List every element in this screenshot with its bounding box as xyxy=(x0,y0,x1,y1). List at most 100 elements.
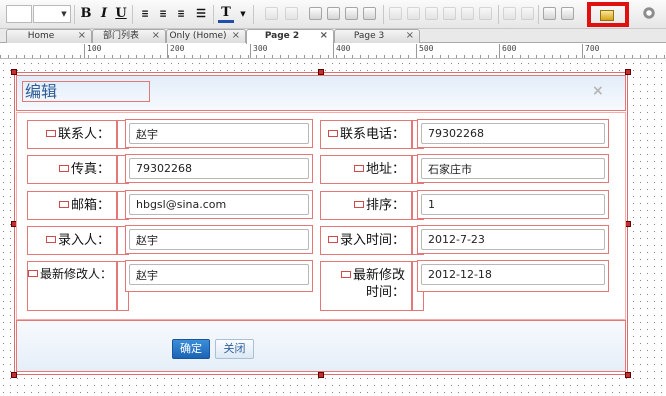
tab-page-2[interactable]: Page 2 × xyxy=(246,29,334,44)
toolbar-separator xyxy=(538,5,539,24)
required-icon xyxy=(45,130,56,137)
underline-button[interactable]: U xyxy=(113,6,129,22)
close-icon[interactable]: × xyxy=(320,30,328,42)
table-icon[interactable] xyxy=(407,7,420,20)
label-text: 邮箱： xyxy=(70,198,110,213)
order-input[interactable] xyxy=(421,194,605,215)
resize-handle[interactable] xyxy=(625,372,631,378)
format-icon[interactable] xyxy=(309,7,322,20)
italic-button[interactable]: I xyxy=(96,6,112,22)
tab-label: 部门列表 xyxy=(102,31,139,41)
ruler-tick xyxy=(167,44,168,58)
chevron-down-icon[interactable]: ▼ xyxy=(59,7,69,21)
confirm-button[interactable]: 确定 xyxy=(172,339,210,359)
required-icon xyxy=(353,165,364,172)
contact-input[interactable] xyxy=(129,123,309,144)
email-input[interactable] xyxy=(129,194,309,215)
toolbar-separator xyxy=(213,5,214,24)
fax-field-box xyxy=(125,154,313,183)
zoom-icon[interactable] xyxy=(503,7,516,20)
label-text: 联系电话： xyxy=(339,127,405,142)
label-text: 传真： xyxy=(70,162,110,177)
tab-only-home[interactable]: Only (Home) × xyxy=(166,29,246,43)
address-field-box xyxy=(417,154,609,183)
modify-time-field-box xyxy=(417,260,609,292)
chevron-down-icon[interactable]: ▼ xyxy=(235,6,251,22)
table-icon[interactable] xyxy=(443,7,456,20)
order-label: 排序： xyxy=(320,191,412,220)
format-icon[interactable] xyxy=(345,7,358,20)
table-icon[interactable] xyxy=(389,7,402,20)
contact-field-box xyxy=(125,119,313,148)
copy-icon[interactable] xyxy=(285,7,298,20)
order-field-box xyxy=(417,190,609,219)
creator-label: 录入人： xyxy=(27,226,117,255)
email-label: 邮箱： xyxy=(27,191,117,220)
resize-handle[interactable] xyxy=(318,372,324,378)
create-time-label: 录入时间： xyxy=(320,226,412,255)
close-icon[interactable]: × xyxy=(406,30,414,42)
tab-home[interactable]: Home × xyxy=(6,29,92,43)
toolbar-separator xyxy=(132,5,133,24)
close-icon[interactable]: × xyxy=(152,30,160,42)
label-text: 录入人： xyxy=(57,233,110,248)
required-icon xyxy=(28,270,38,277)
close-icon[interactable]: × xyxy=(78,30,86,42)
modifier-field-box xyxy=(125,260,313,292)
align-right-icon[interactable]: ≡ xyxy=(173,6,189,22)
ruler-label: 700 xyxy=(585,44,600,53)
cut-icon[interactable] xyxy=(265,7,278,20)
dialog-footer xyxy=(16,320,626,372)
ruler-label: 100 xyxy=(87,44,102,53)
align-left-icon[interactable]: ≡ xyxy=(137,6,153,22)
resize-handle[interactable] xyxy=(11,372,17,378)
address-label: 地址： xyxy=(320,155,412,184)
gear-icon[interactable] xyxy=(642,6,656,20)
tab-label: Only (Home) xyxy=(169,31,227,41)
table-icon[interactable] xyxy=(479,7,492,20)
required-icon xyxy=(340,271,351,278)
tab-label: Home xyxy=(27,31,55,41)
ruler-tick xyxy=(333,44,334,58)
highlighted-toolbar-button[interactable] xyxy=(587,2,629,27)
table-icon[interactable] xyxy=(425,7,438,20)
close-icon[interactable]: × xyxy=(592,83,604,99)
bold-button[interactable]: B xyxy=(78,6,94,22)
create-time-input[interactable] xyxy=(421,229,605,250)
address-input[interactable] xyxy=(421,158,605,179)
creator-input[interactable] xyxy=(129,229,309,250)
contact-label: 联系人： xyxy=(27,120,117,149)
label-text: 时间： xyxy=(365,285,405,300)
label-text: 最新修改人： xyxy=(40,267,113,281)
list-icon[interactable]: ☰ xyxy=(193,6,209,22)
modify-time-input[interactable] xyxy=(421,264,605,285)
font-size-combo[interactable]: ▼ xyxy=(33,5,71,23)
modifier-input[interactable] xyxy=(129,264,309,285)
email-field-box xyxy=(125,190,313,219)
ruler-tick xyxy=(499,44,500,58)
dialog-title: 编辑 xyxy=(22,81,150,102)
folder-icon xyxy=(600,10,614,21)
tab-label: Page 2 xyxy=(264,31,300,41)
font-name-combo[interactable] xyxy=(6,5,32,23)
phone-input[interactable] xyxy=(421,123,605,144)
table-icon[interactable] xyxy=(461,7,474,20)
settings-icon[interactable] xyxy=(543,7,556,20)
tab-page-3[interactable]: Page 3 × xyxy=(334,29,420,43)
close-icon[interactable]: × xyxy=(232,30,240,42)
close-button[interactable]: 关闭 xyxy=(215,339,254,359)
fax-input[interactable] xyxy=(129,158,309,179)
create-time-field-box xyxy=(417,225,609,254)
format-icon[interactable] xyxy=(327,7,340,20)
ruler-tick xyxy=(582,44,583,58)
settings-icon[interactable] xyxy=(561,7,574,20)
ruler-tick xyxy=(84,44,85,58)
ruler-label: 500 xyxy=(419,44,434,53)
ruler-label: 200 xyxy=(170,44,185,53)
format-icon[interactable] xyxy=(363,7,376,20)
tab-department-list[interactable]: 部门列表 × xyxy=(92,29,166,43)
font-color-button[interactable]: T xyxy=(218,6,234,23)
zoom-icon[interactable] xyxy=(521,7,534,20)
phone-label: 联系电话： xyxy=(320,120,412,149)
align-center-icon[interactable]: ≡ xyxy=(155,6,171,22)
